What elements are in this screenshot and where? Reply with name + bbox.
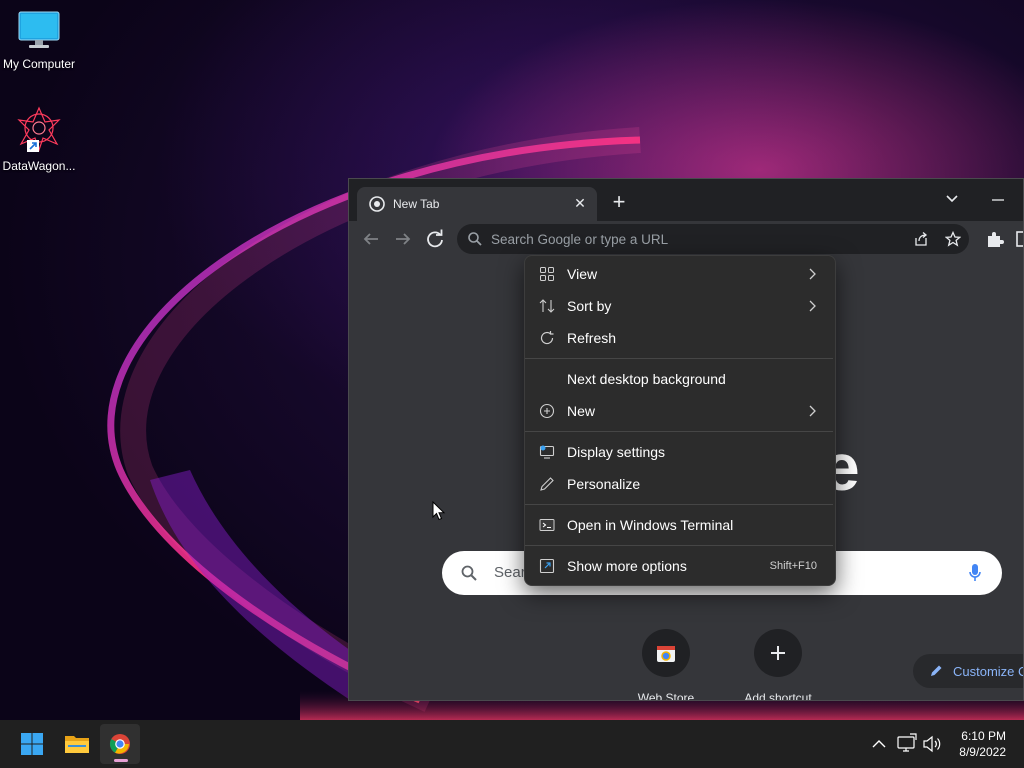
- pencil-icon: [931, 665, 942, 676]
- file-explorer-icon: [65, 736, 89, 753]
- menu-item-label: Display settings: [567, 444, 666, 460]
- shortcut-label: Add shortcut: [744, 691, 812, 701]
- menu-item-label: Personalize: [567, 476, 641, 492]
- tab-title: New Tab: [393, 197, 440, 211]
- menu-item-label: Next desktop background: [567, 371, 726, 387]
- desktop-icon-my-computer[interactable]: My Computer: [1, 10, 77, 71]
- desktop-context-menu: View Sort by Refresh Next desktop backgr…: [524, 255, 836, 586]
- menu-item-sort-by[interactable]: Sort by: [529, 290, 831, 322]
- microphone-icon[interactable]: [968, 563, 982, 583]
- chrome-icon: [109, 734, 130, 754]
- desktop-icon-label: My Computer: [2, 57, 76, 71]
- address-bar-placeholder: Search Google or type a URL: [491, 232, 669, 247]
- chevron-up-icon[interactable]: [870, 720, 888, 768]
- system-clock[interactable]: 6:10 PM 8/9/2022: [959, 728, 1006, 760]
- back-arrow-icon[interactable]: [359, 227, 383, 251]
- taskbar-chrome[interactable]: [100, 724, 140, 764]
- menu-item-refresh[interactable]: Refresh: [529, 322, 831, 354]
- menu-item-label: Show more options: [567, 558, 687, 574]
- refresh-icon: [540, 331, 554, 345]
- tab-new-tab[interactable]: New Tab ✕: [357, 187, 597, 221]
- menu-separator: [525, 358, 833, 359]
- minimize-icon[interactable]: [987, 187, 1009, 209]
- menu-item-label: Open in Windows Terminal: [567, 517, 734, 533]
- menu-item-label: Sort by: [567, 298, 612, 314]
- menu-separator: [525, 504, 833, 505]
- extensions-puzzle-icon[interactable]: [983, 227, 1007, 251]
- plus-icon: [771, 646, 785, 660]
- volume-icon[interactable]: [922, 720, 942, 768]
- menu-item-label: View: [567, 266, 598, 282]
- menu-item-show-more-options[interactable]: Show more options Shift+F10: [529, 550, 831, 582]
- shortcut-label: Web Store: [637, 691, 695, 701]
- reload-icon[interactable]: [423, 227, 447, 251]
- menu-item-shortcut: Shift+F10: [769, 560, 817, 572]
- shortcut-add[interactable]: Add shortcut: [723, 629, 833, 701]
- more-options-icon: [539, 558, 555, 574]
- close-tab-icon[interactable]: ✕: [571, 194, 589, 212]
- display-settings-icon: [539, 445, 555, 459]
- menu-separator: [525, 431, 833, 432]
- tab-strip: New Tab ✕ +: [349, 179, 1023, 221]
- ntp-search-placeholder: Sear: [494, 564, 526, 581]
- running-indicator: [114, 759, 128, 762]
- start-button[interactable]: [12, 724, 52, 764]
- forward-arrow-icon[interactable]: [391, 227, 415, 251]
- web-store-icon: [657, 646, 675, 662]
- menu-item-label: New: [567, 403, 596, 419]
- customize-chrome-button[interactable]: Customize C: [913, 654, 1024, 688]
- start-icon: [21, 733, 43, 755]
- app-shortcut-icon: [17, 106, 61, 152]
- monitor-icon: [18, 11, 60, 48]
- menu-item-display-settings[interactable]: Display settings: [529, 436, 831, 468]
- taskbar-file-explorer[interactable]: [56, 724, 96, 764]
- view-grid-icon: [540, 267, 554, 281]
- sort-icon: [539, 299, 555, 313]
- chrome-tab-icon: [369, 196, 385, 212]
- menu-item-next-desktop-background[interactable]: Next desktop background: [529, 363, 831, 395]
- pen-icon: [540, 477, 554, 491]
- browser-toolbar: Search Google or type a URL: [349, 221, 1023, 257]
- menu-separator: [525, 545, 833, 546]
- menu-item-label: Refresh: [567, 330, 617, 346]
- chevron-right-icon: [809, 405, 816, 417]
- side-panel-icon[interactable]: [1013, 227, 1024, 251]
- address-bar[interactable]: Search Google or type a URL: [457, 224, 969, 254]
- clock-date: 8/9/2022: [959, 745, 1006, 759]
- bookmark-star-icon[interactable]: [945, 231, 961, 247]
- customize-label: Customize C: [953, 664, 1024, 679]
- new-plus-circle-icon: [539, 403, 555, 419]
- menu-item-view[interactable]: View: [529, 258, 831, 290]
- tab-search-chevron-icon[interactable]: [941, 187, 963, 209]
- desktop-icon-label: DataWagon...: [2, 159, 76, 173]
- mouse-cursor-icon: [432, 501, 446, 521]
- menu-item-new[interactable]: New: [529, 395, 831, 427]
- menu-item-personalize[interactable]: Personalize: [529, 468, 831, 500]
- terminal-icon: [539, 519, 555, 531]
- taskbar: 6:10 PM 8/9/2022: [0, 720, 1024, 768]
- menu-item-open-in-windows-terminal[interactable]: Open in Windows Terminal: [529, 509, 831, 541]
- search-icon: [461, 565, 477, 581]
- chevron-right-icon: [809, 268, 816, 280]
- share-icon[interactable]: [913, 231, 929, 247]
- chevron-right-icon: [809, 300, 816, 312]
- search-icon: [468, 232, 482, 246]
- new-tab-button[interactable]: +: [607, 191, 631, 215]
- network-icon[interactable]: [896, 720, 918, 768]
- clock-time: 6:10 PM: [961, 729, 1006, 743]
- desktop-icon-datawagon[interactable]: DataWagon...: [1, 106, 77, 173]
- shortcut-web-store[interactable]: Web Store: [611, 629, 721, 701]
